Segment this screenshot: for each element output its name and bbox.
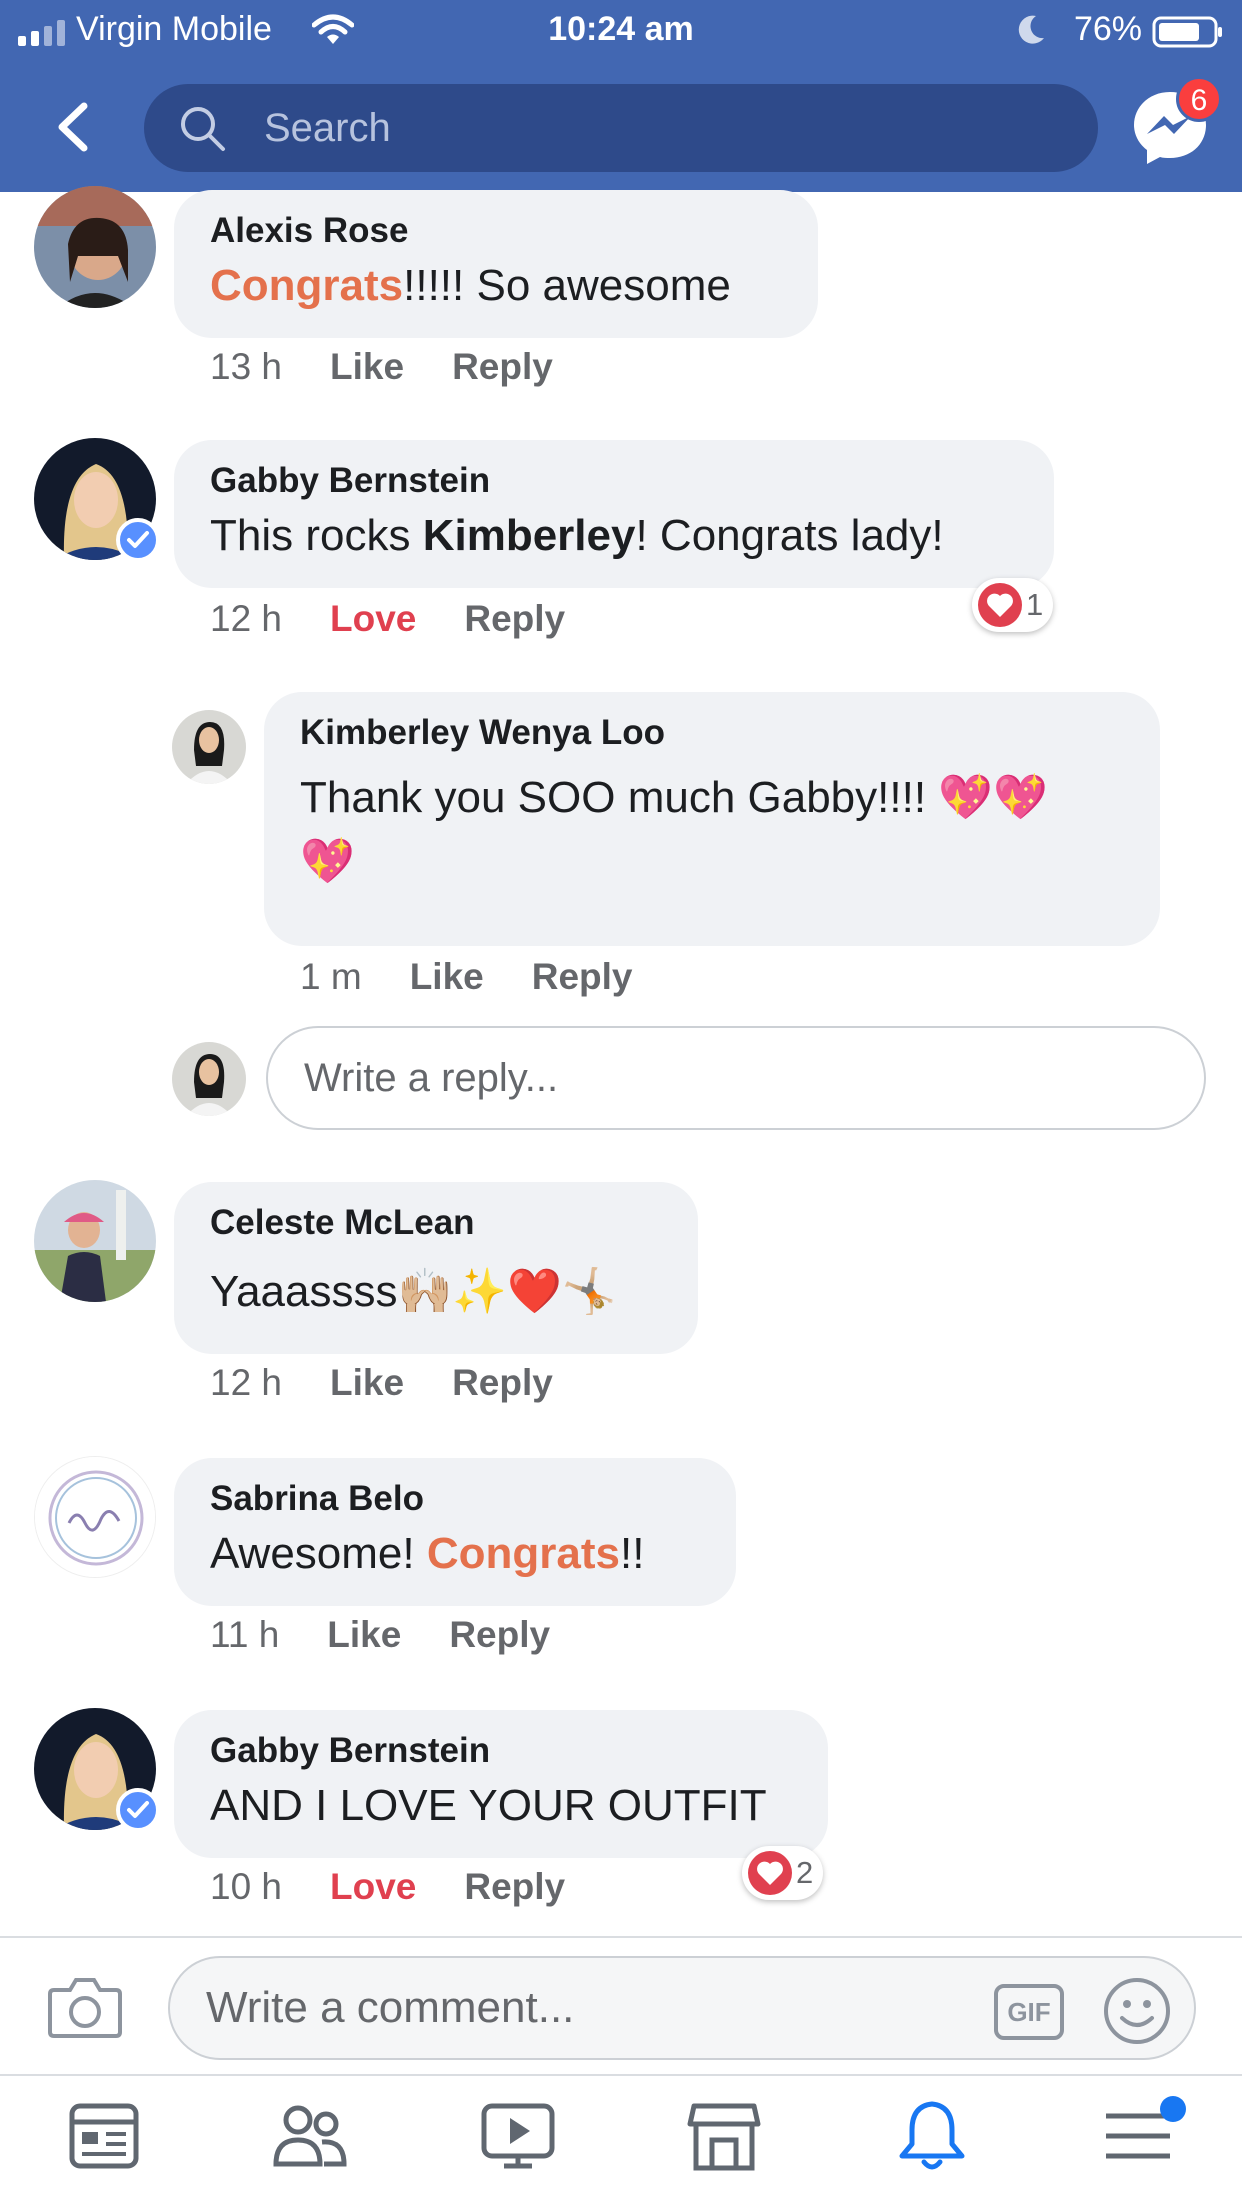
comment-actions: 12 h Love Reply (210, 598, 565, 640)
comment-text: AND I LOVE YOUR OUTFIT (210, 1781, 767, 1830)
comment-bubble: Gabby Bernstein AND I LOVE YOUR OUTFIT (174, 1710, 828, 1858)
comment-input[interactable] (206, 1958, 986, 2058)
reply-actions: 1 m Like Reply (300, 956, 633, 998)
comment-text-part: !! (619, 1529, 645, 1578)
comment-text: Congrats!!!!! So awesome (210, 254, 782, 318)
avatar[interactable] (172, 710, 246, 784)
comment-time: 11 h (210, 1614, 280, 1655)
avatar-photo (34, 1180, 156, 1302)
reply-button[interactable]: Reply (449, 1614, 550, 1656)
comment-text-part: Yaaassss (210, 1267, 398, 1316)
emoji-icon[interactable] (1102, 1976, 1172, 2046)
comment-bubble: Celeste McLean Yaaassss🙌🏼✨❤️🤸🏼 (174, 1182, 698, 1354)
marketplace-icon[interactable] (686, 2098, 762, 2174)
reply-bubble: Kimberley Wenya Loo Thank you SOO much G… (264, 692, 1160, 946)
reply-button[interactable]: Reply (464, 598, 565, 640)
avatar-photo (172, 710, 246, 784)
like-button[interactable]: Like (327, 1614, 401, 1656)
comment-author[interactable]: Alexis Rose (210, 208, 782, 254)
moon-icon (1018, 15, 1044, 44)
avatar-photo (172, 1042, 246, 1116)
gif-button[interactable]: GIF (994, 1984, 1064, 2040)
love-button[interactable]: Love (330, 1866, 416, 1908)
comment-author[interactable]: Celeste McLean (210, 1200, 662, 1246)
comment-time: 12 h (210, 598, 283, 639)
avatar-logo (35, 1457, 155, 1577)
avatar[interactable] (34, 1456, 156, 1578)
comment-text: This rocks Kimberley! Congrats lady! (210, 504, 1018, 568)
bottom-tab-bar (0, 2074, 1242, 2208)
sparkling-heart-emoji: 💖 (300, 836, 355, 887)
back-arrow-icon[interactable] (52, 102, 92, 152)
comment-actions: 13 h Like Reply (210, 346, 553, 388)
status-bar: Virgin Mobile 10:24 am 76% (0, 0, 1242, 62)
friends-icon[interactable] (272, 2098, 348, 2174)
heart-icon (978, 583, 1022, 627)
comment-bubble: Sabrina Belo Awesome! Congrats!! (174, 1458, 736, 1606)
comment-actions: 11 h Like Reply (210, 1614, 550, 1656)
top-header: Virgin Mobile 10:24 am 76% 6 (0, 0, 1242, 192)
comment-bubble: Gabby Bernstein This rocks Kimberley! Co… (174, 440, 1054, 588)
comment-actions: 10 h Love Reply (210, 1866, 565, 1908)
camera-icon[interactable] (48, 1976, 122, 2038)
heart-icon (748, 1851, 792, 1895)
comment-author[interactable]: Gabby Bernstein (210, 1728, 792, 1774)
reaction-number: 1 (1026, 587, 1044, 622)
reply-button[interactable]: Reply (452, 1362, 553, 1404)
reply-text-part: Thank you SOO much Gabby!!!! (300, 773, 939, 822)
verified-badge-icon (116, 518, 160, 562)
comment-text-part: This rocks (210, 511, 423, 560)
reaction-count[interactable]: 1 (972, 578, 1054, 632)
avatar[interactable] (34, 186, 156, 308)
comment-bubble: Alexis Rose Congrats!!!!! So awesome (174, 190, 818, 338)
like-button[interactable]: Like (330, 1362, 404, 1404)
comment-actions: 12 h Like Reply (210, 1362, 553, 1404)
battery-percent: 76% (1073, 10, 1142, 48)
comment-time: 10 h (210, 1866, 283, 1907)
reply-time: 1 m (300, 956, 362, 997)
search-icon (181, 107, 225, 151)
highlighted-word[interactable]: Congrats (210, 261, 403, 310)
reply-author[interactable]: Kimberley Wenya Loo (300, 710, 1124, 756)
reply-button[interactable]: Reply (452, 346, 553, 388)
comment-text-part: ! Congrats lady! (635, 511, 944, 560)
comment-time: 13 h (210, 346, 283, 387)
comment-field[interactable]: GIF (168, 1956, 1196, 2060)
comment-author[interactable]: Gabby Bernstein (210, 458, 1018, 504)
watch-icon[interactable] (480, 2098, 556, 2174)
search-input[interactable] (264, 84, 1064, 172)
comment-composer: GIF (0, 1936, 1242, 2074)
my-avatar (172, 1042, 246, 1116)
sparkling-heart-emoji: 💖💖 (938, 772, 1048, 823)
reply-button[interactable]: Reply (464, 1866, 565, 1908)
search-bar[interactable] (144, 84, 1098, 172)
news-feed-icon[interactable] (66, 2098, 142, 2174)
highlighted-word[interactable]: Congrats (427, 1529, 620, 1578)
like-button[interactable]: Like (330, 346, 404, 388)
notifications-icon[interactable] (894, 2098, 970, 2174)
clock: 10:24 am (548, 10, 694, 48)
comment-author[interactable]: Sabrina Belo (210, 1476, 700, 1522)
avatar[interactable] (34, 1180, 156, 1302)
battery-icon (1152, 16, 1222, 48)
verified-badge-icon (116, 1788, 160, 1832)
reply-text: Thank you SOO much Gabby!!!! 💖💖 (300, 766, 1124, 830)
comment-text-part: Awesome! (210, 1529, 427, 1578)
reply-input[interactable] (304, 1028, 1164, 1128)
avatar-photo (34, 186, 156, 308)
messenger-badge: 6 (1176, 76, 1222, 122)
mention-link[interactable]: Kimberley (423, 511, 636, 560)
reaction-count[interactable]: 2 (742, 1846, 824, 1900)
reply-button[interactable]: Reply (532, 956, 633, 998)
comment-text: Yaaassss🙌🏼✨❤️🤸🏼 (210, 1260, 662, 1324)
reaction-number: 2 (796, 1855, 814, 1890)
emoji-sequence: 🙌🏼✨❤️🤸🏼 (397, 1266, 617, 1317)
comment-time: 12 h (210, 1362, 283, 1403)
menu-notification-dot (1160, 2096, 1186, 2122)
comment-text: Awesome! Congrats!! (210, 1522, 700, 1586)
reply-field[interactable] (266, 1026, 1206, 1130)
like-button[interactable]: Like (410, 956, 484, 998)
comment-text-part: !!!!! So awesome (403, 261, 731, 310)
love-button[interactable]: Love (330, 598, 416, 640)
